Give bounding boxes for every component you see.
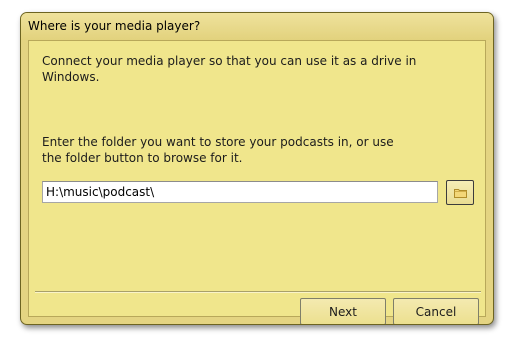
dialog-title: Where is your media player? [28, 19, 201, 33]
button-separator [35, 291, 481, 293]
intro-text-line-2: Windows. [42, 70, 100, 84]
cancel-button[interactable]: Cancel [393, 298, 479, 324]
browse-folder-button[interactable] [446, 180, 474, 205]
media-player-dialog: Where is your media player? Connect your… [20, 12, 494, 325]
dialog-content: Connect your media player so that you ca… [28, 40, 486, 324]
intro-text-line-1: Connect your media player so that you ca… [42, 54, 417, 68]
folder-prompt-line-1: Enter the folder you want to store your … [42, 135, 394, 149]
folder-prompt-line-2: the folder button to browse for it. [42, 151, 243, 165]
next-button[interactable]: Next [300, 298, 386, 324]
folder-icon [454, 189, 467, 198]
dialog-titlebar[interactable]: Where is your media player? [21, 13, 493, 40]
podcast-folder-input[interactable] [42, 181, 438, 203]
